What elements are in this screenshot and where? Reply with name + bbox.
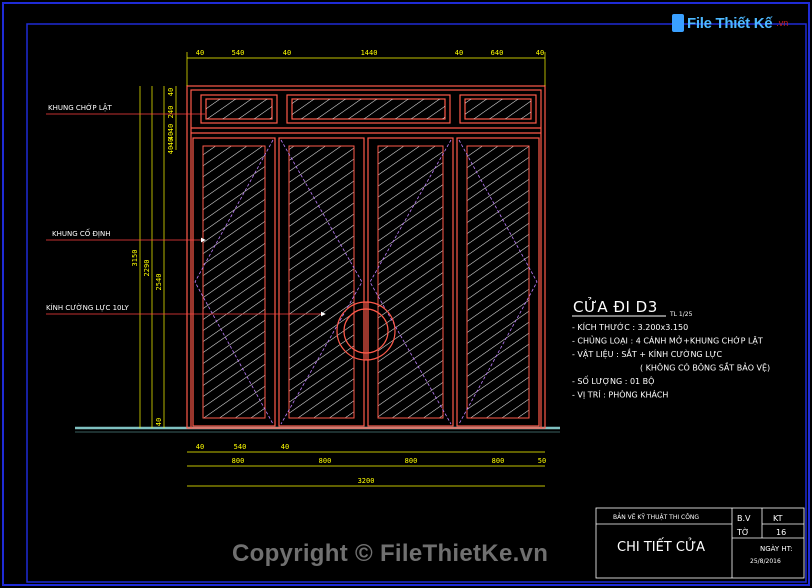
spec-line: - CHỦNG LOẠI : 4 CÁNH MỞ+KHUNG CHỚP LẬT — [572, 335, 763, 347]
dim-left-small: 40 — [167, 146, 175, 154]
tb-to-label: TỜ — [736, 526, 749, 537]
tb-bv-label: B.V — [737, 514, 751, 523]
dim-bottom-row1: 40 — [196, 443, 204, 451]
door-leaves — [192, 137, 540, 427]
dim-left-big: 40 — [155, 418, 163, 426]
spec-line: - SỐ LƯỢNG : 01 BỘ — [572, 374, 654, 386]
dim-top: 640 — [491, 49, 504, 57]
dim-bottom-row2: 800 — [492, 457, 505, 465]
label-khung-chop-lat: KHUNG CHỚP LẬT — [48, 103, 113, 112]
spec-line: - KÍCH THƯỚC : 3.200x3.150 — [572, 321, 688, 332]
leader-lines — [46, 113, 326, 317]
door-leaf — [456, 137, 540, 427]
label-kinh: KÍNH CƯỜNG LỰC 10LY — [46, 303, 129, 312]
dim-top: 40 — [536, 49, 544, 57]
dim-top: 540 — [232, 49, 245, 57]
tb-name: CHI TIẾT CỬA — [617, 538, 705, 555]
dim-left-big: 2540 — [155, 274, 163, 291]
dim-bottom-row1: 540 — [234, 443, 247, 451]
dim-left-small: 40 — [167, 124, 175, 132]
label-khung-co-dinh: KHUNG CỐ ĐỊNH — [52, 228, 110, 238]
dim-left-big: 3150 — [131, 250, 139, 267]
copyright-watermark: Copyright © FileThietKe.vn — [232, 540, 549, 567]
cad-drawing: 40 540 40 1440 40 640 4040 540 40800 800 800 800 503… — [2, 2, 810, 586]
logo-icon — [672, 14, 684, 32]
tb-date-label: NGÀY HT: — [760, 544, 793, 553]
spec-line: - VỊ TRÍ : PHÒNG KHÁCH — [572, 389, 668, 401]
tb-header: BẢN VẼ KỸ THUẬT THI CÔNG — [613, 513, 699, 521]
door-leaf — [278, 137, 365, 427]
site-logo[interactable]: File Thiết Kế .vn — [672, 14, 788, 32]
spec-scale: TL 1/25 — [669, 311, 693, 318]
dim-bottom-row1: 40 — [281, 443, 289, 451]
logo-text: File Thiết Kế — [687, 14, 773, 32]
tb-date-value: 25/8/2016 — [750, 558, 781, 565]
tb-to-value: 16 — [776, 528, 786, 537]
dim-left-small: 240 — [167, 106, 175, 119]
dim-bottom-row2: 800 — [232, 457, 245, 465]
tb-bv-value: KT — [773, 514, 783, 523]
logo-suffix: .vn — [776, 18, 789, 28]
door-leaf — [192, 137, 276, 427]
spec-line: - VẬT LIỆU : SẮT + KÍNH CƯỜNG LỰC — [572, 347, 722, 360]
spec-title: CỬA ĐI D3 — [573, 296, 658, 316]
dim-top: 1440 — [361, 49, 378, 57]
dim-total: 3200 — [358, 477, 375, 485]
dim-bottom-row2: 800 — [319, 457, 332, 465]
spec-lines: - KÍCH THƯỚC : 3.200x3.150 - CHỦNG LOẠI :… — [572, 321, 770, 401]
dim-top: 40 — [283, 49, 291, 57]
dim-top: 40 — [196, 49, 204, 57]
dim-left-big: 2290 — [143, 260, 151, 277]
dim-bottom-row2: 800 — [405, 457, 418, 465]
dim-left-small: 40 — [167, 138, 175, 146]
door-leaf — [367, 137, 454, 427]
dim-left-small: 40 — [167, 88, 175, 96]
dim-bottom-row2: 50 — [538, 457, 546, 465]
louvre-hatch — [206, 99, 531, 119]
spec-line: ( KHÔNG CÓ BÔNG SẮT BẢO VỆ) — [640, 361, 770, 374]
dim-top: 40 — [455, 49, 463, 57]
